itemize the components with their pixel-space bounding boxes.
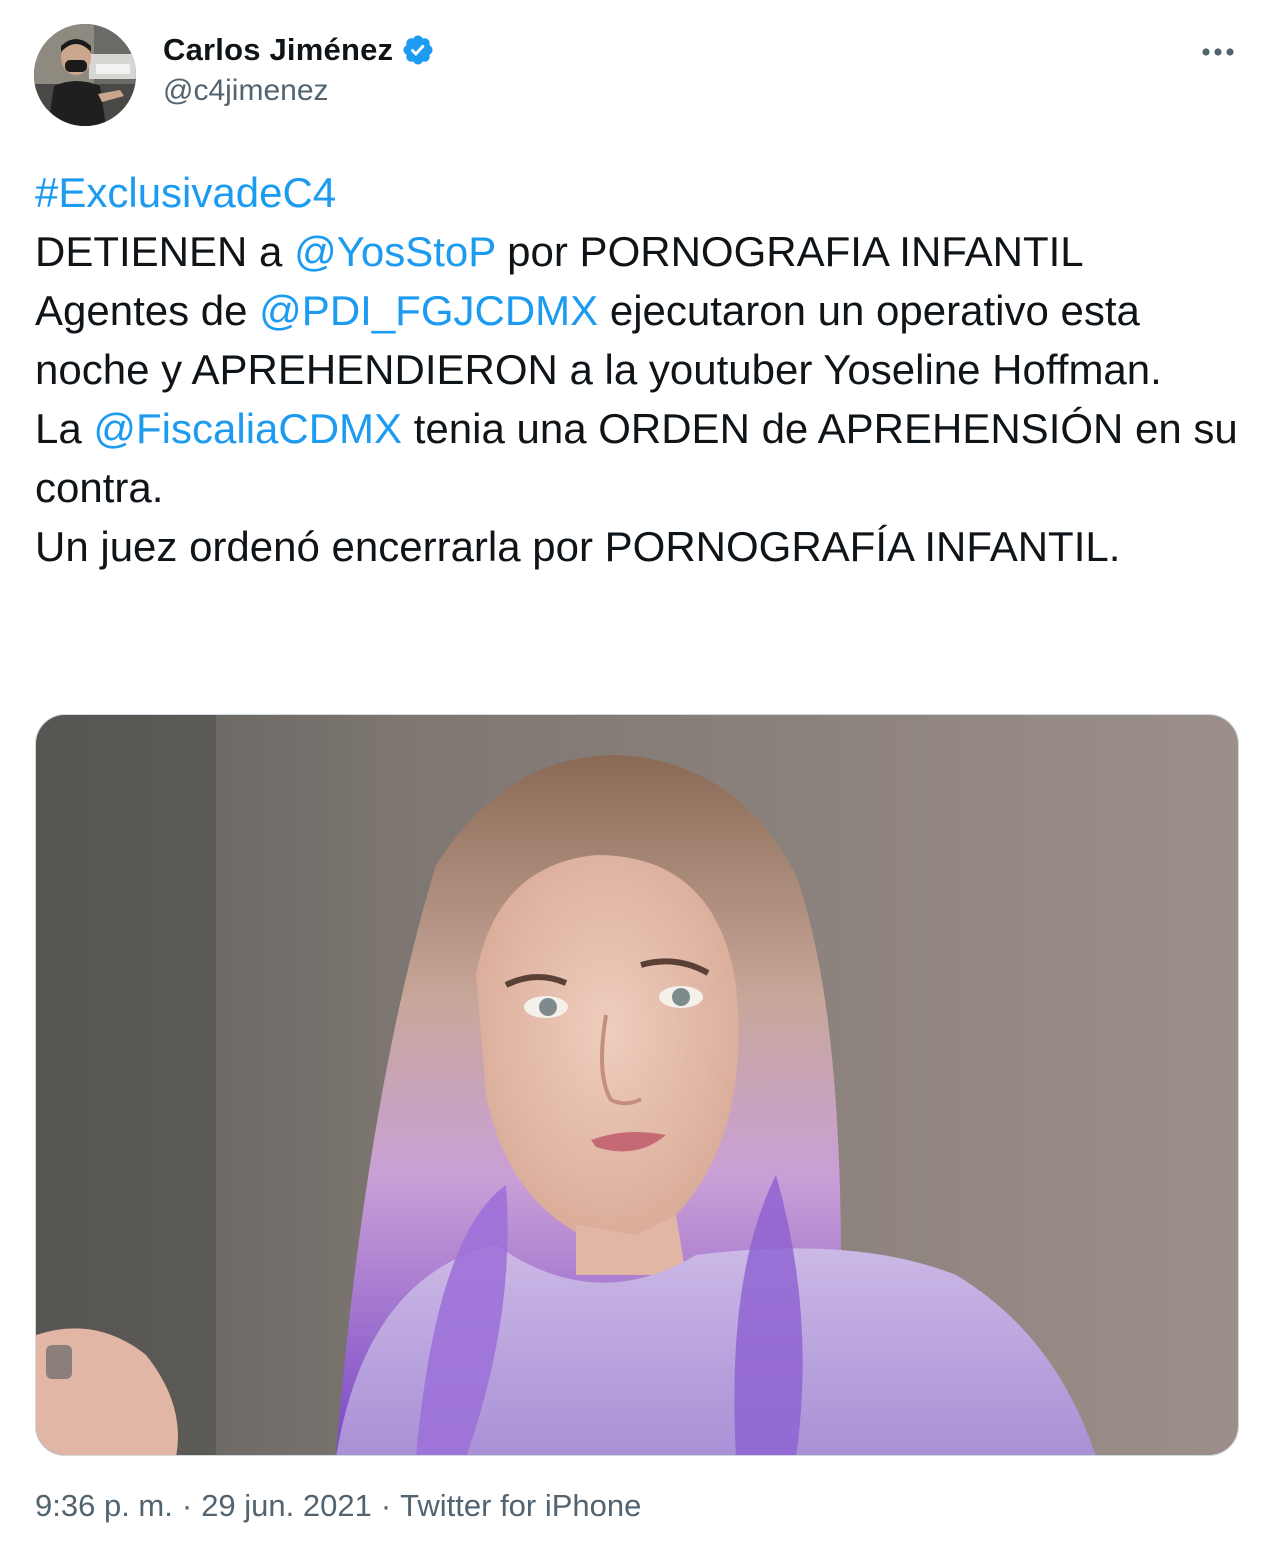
meta-separator: ·	[181, 1488, 193, 1523]
tweet-text-segment: La	[35, 405, 94, 452]
hashtag-link[interactable]: #ExclusivadeC4	[35, 169, 336, 216]
more-horizontal-icon	[1202, 48, 1234, 56]
mention-link-pdi[interactable]: @PDI_FGJCDMX	[259, 287, 598, 334]
mention-link-fiscalia[interactable]: @FiscaliaCDMX	[93, 405, 402, 452]
mention-link-yosstop[interactable]: @YosStoP	[294, 228, 495, 275]
tweet-source[interactable]: Twitter for iPhone	[400, 1488, 641, 1524]
more-options-button[interactable]	[1196, 34, 1240, 70]
tweet-text: #ExclusivadeC4 DETIENEN a @YosStoP por P…	[35, 163, 1245, 576]
tweet-date[interactable]: 29 jun. 2021	[201, 1488, 372, 1524]
verified-badge-icon	[403, 35, 433, 65]
tweet-time[interactable]: 9:36 p. m.	[35, 1488, 173, 1524]
author-display-name[interactable]: Carlos Jiménez	[163, 32, 393, 68]
tweet-text-segment: por PORNOGRAFIA INFANTIL	[495, 228, 1084, 275]
author-name-row[interactable]: Carlos Jiménez	[163, 30, 435, 70]
tweet-meta: 9:36 p. m. · 29 jun. 2021 · Twitter for …	[35, 1488, 641, 1524]
tweet-photo[interactable]	[35, 714, 1239, 1456]
tweet-text-segment: DETIENEN a	[35, 228, 295, 275]
tweet-text-segment: Un juez ordenó encerrarla por PORNOGRAFÍ…	[35, 523, 1121, 570]
author-avatar[interactable]	[34, 24, 136, 126]
meta-separator: ·	[380, 1488, 392, 1523]
author-handle[interactable]: @c4jimenez	[163, 74, 329, 108]
tweet-text-segment: Agentes de	[35, 287, 260, 334]
tweet-card: Carlos Jiménez @c4jimenez #ExclusivadeC4…	[0, 0, 1280, 1549]
